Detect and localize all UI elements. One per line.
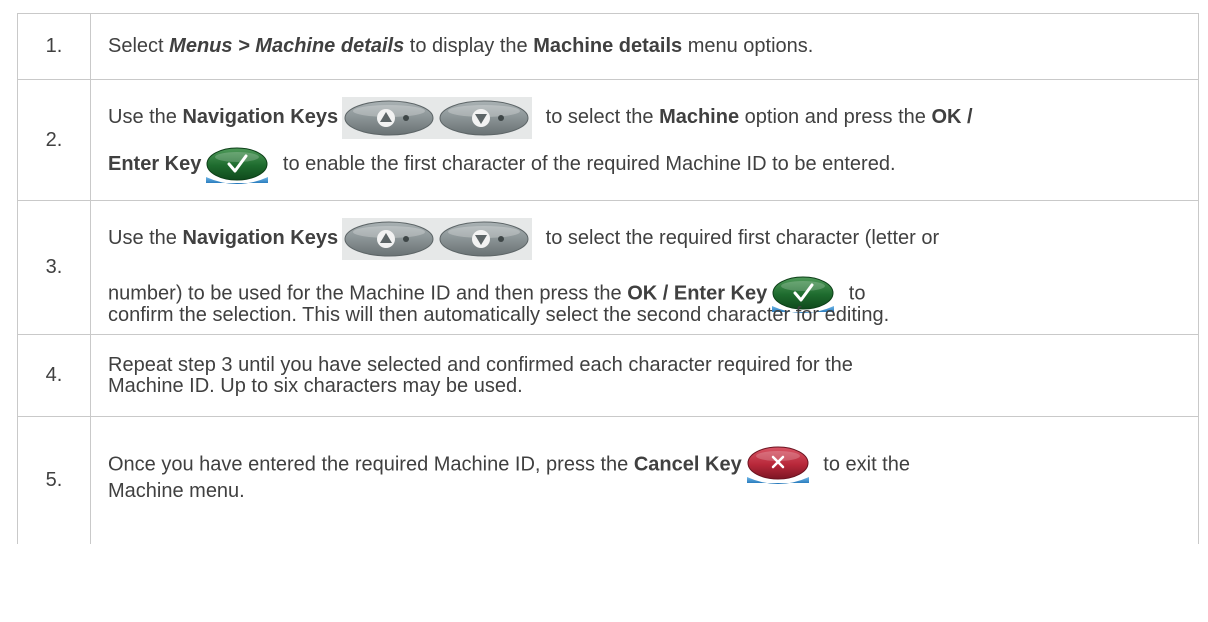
- text-fragment: menu options.: [682, 35, 814, 57]
- text-fragment: Repeat step 3 until you have selected an…: [108, 353, 853, 376]
- instruction-steps-table: 1. Select Menus > Machine details to dis…: [17, 13, 1199, 544]
- text-fragment: Use the: [108, 226, 183, 249]
- down-arrow-key-icon: [437, 217, 533, 260]
- text-fragment: Once you have entered the required Machi…: [108, 453, 634, 476]
- key-name: Navigation Keys: [182, 106, 339, 128]
- text-fragment: option and press the: [739, 106, 932, 128]
- step-number: 2.: [17, 79, 91, 201]
- ok-enter-key-icon: [205, 145, 270, 186]
- text-fragment: to: [843, 281, 866, 304]
- menu-path: Menus > Machine details: [169, 35, 405, 57]
- step-number: 3.: [17, 200, 91, 335]
- step-text: Select Menus > Machine details to displa…: [90, 13, 1199, 80]
- step-number: 5.: [17, 416, 91, 544]
- key-name: OK /: [931, 106, 973, 128]
- step-text: Use the Navigation Keys: [90, 79, 1199, 201]
- step-row: 3. Use the Navigation Keys to select the…: [17, 200, 1199, 335]
- text-fragment: to select the required first character (…: [540, 226, 940, 249]
- text-fragment: Machine ID. Up to six characters may be …: [108, 374, 523, 397]
- key-name: Cancel Key: [633, 453, 742, 476]
- navigation-keys: [342, 216, 533, 260]
- key-name: Navigation Keys: [182, 226, 339, 249]
- step-row: 1. Select Menus > Machine details to dis…: [17, 13, 1199, 80]
- step-number: 4.: [17, 334, 91, 417]
- key-name: OK / Enter Key: [627, 281, 768, 304]
- up-arrow-key-icon: [342, 217, 438, 260]
- down-arrow-key-icon: [437, 97, 533, 140]
- menu-name: Machine details: [533, 35, 683, 57]
- text-fragment: confirm the selection. This will then au…: [108, 303, 890, 326]
- text-fragment: Use the: [108, 106, 183, 128]
- step-row: 4. Repeat step 3 until you have selected…: [17, 334, 1199, 417]
- step-row: 5. Once you have entered the required Ma…: [17, 416, 1199, 544]
- ok-enter-key: [205, 144, 270, 186]
- text-fragment: to select the: [540, 106, 660, 128]
- step-text: Repeat step 3 until you have selected an…: [90, 334, 1199, 417]
- text-fragment: Select: [108, 35, 170, 57]
- step-text: Use the Navigation Keys: [90, 200, 1199, 335]
- step-row: 2. Use the Navigation Keys to select the…: [17, 79, 1199, 201]
- step-text: Once you have entered the required Machi…: [90, 416, 1199, 544]
- navigation-keys: [342, 96, 533, 140]
- up-arrow-key-icon: [342, 97, 438, 140]
- cancel-key: [745, 445, 810, 485]
- text-fragment: to exit the: [817, 453, 910, 476]
- text-fragment: to enable the first character of the req…: [277, 153, 896, 175]
- cancel-key-icon: [745, 445, 810, 485]
- step-number: 1.: [17, 13, 91, 80]
- key-name: Enter Key: [108, 153, 202, 175]
- text-fragment: to display the: [404, 35, 534, 57]
- text-fragment: number) to be used for the Machine ID an…: [108, 281, 628, 304]
- option-name: Machine: [659, 106, 740, 128]
